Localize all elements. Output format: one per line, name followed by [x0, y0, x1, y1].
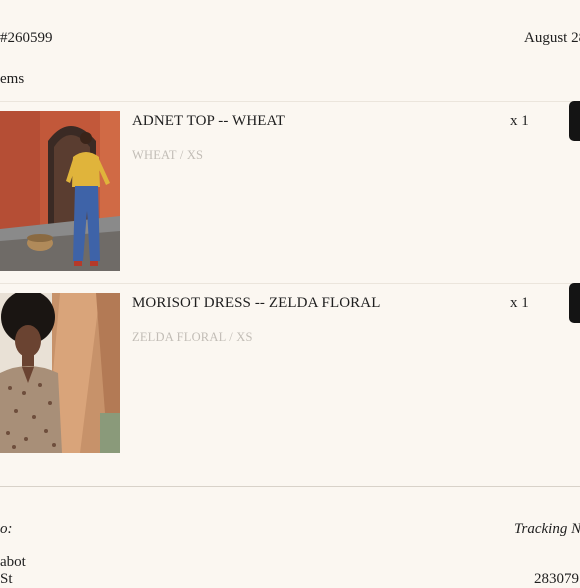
order-number: #260599	[0, 30, 53, 46]
product-quantity: x 1	[510, 113, 529, 129]
shipping-name: abot	[0, 554, 26, 570]
product-variant: ZELDA FLORAL / XS	[132, 330, 253, 344]
product-image[interactable]	[0, 111, 120, 271]
order-date: August 28	[524, 30, 580, 46]
items-heading: ems	[0, 71, 25, 87]
line-item: ADNET TOP -- WHEAT WHEAT / XS x 1	[0, 101, 580, 283]
product-quantity: x 1	[510, 295, 529, 311]
line-item: MORISOT DRESS -- ZELDA FLORAL ZELDA FLOR…	[0, 283, 580, 465]
product-title[interactable]: MORISOT DRESS -- ZELDA FLORAL	[132, 295, 380, 312]
tracking-label: Tracking N	[514, 521, 580, 537]
product-title[interactable]: ADNET TOP -- WHEAT	[132, 113, 285, 130]
product-swatch	[569, 101, 580, 141]
ship-to-label: o:	[0, 521, 13, 537]
product-image[interactable]	[0, 293, 120, 453]
section-divider	[0, 486, 580, 487]
product-variant: WHEAT / XS	[132, 148, 204, 162]
product-swatch	[569, 283, 580, 323]
